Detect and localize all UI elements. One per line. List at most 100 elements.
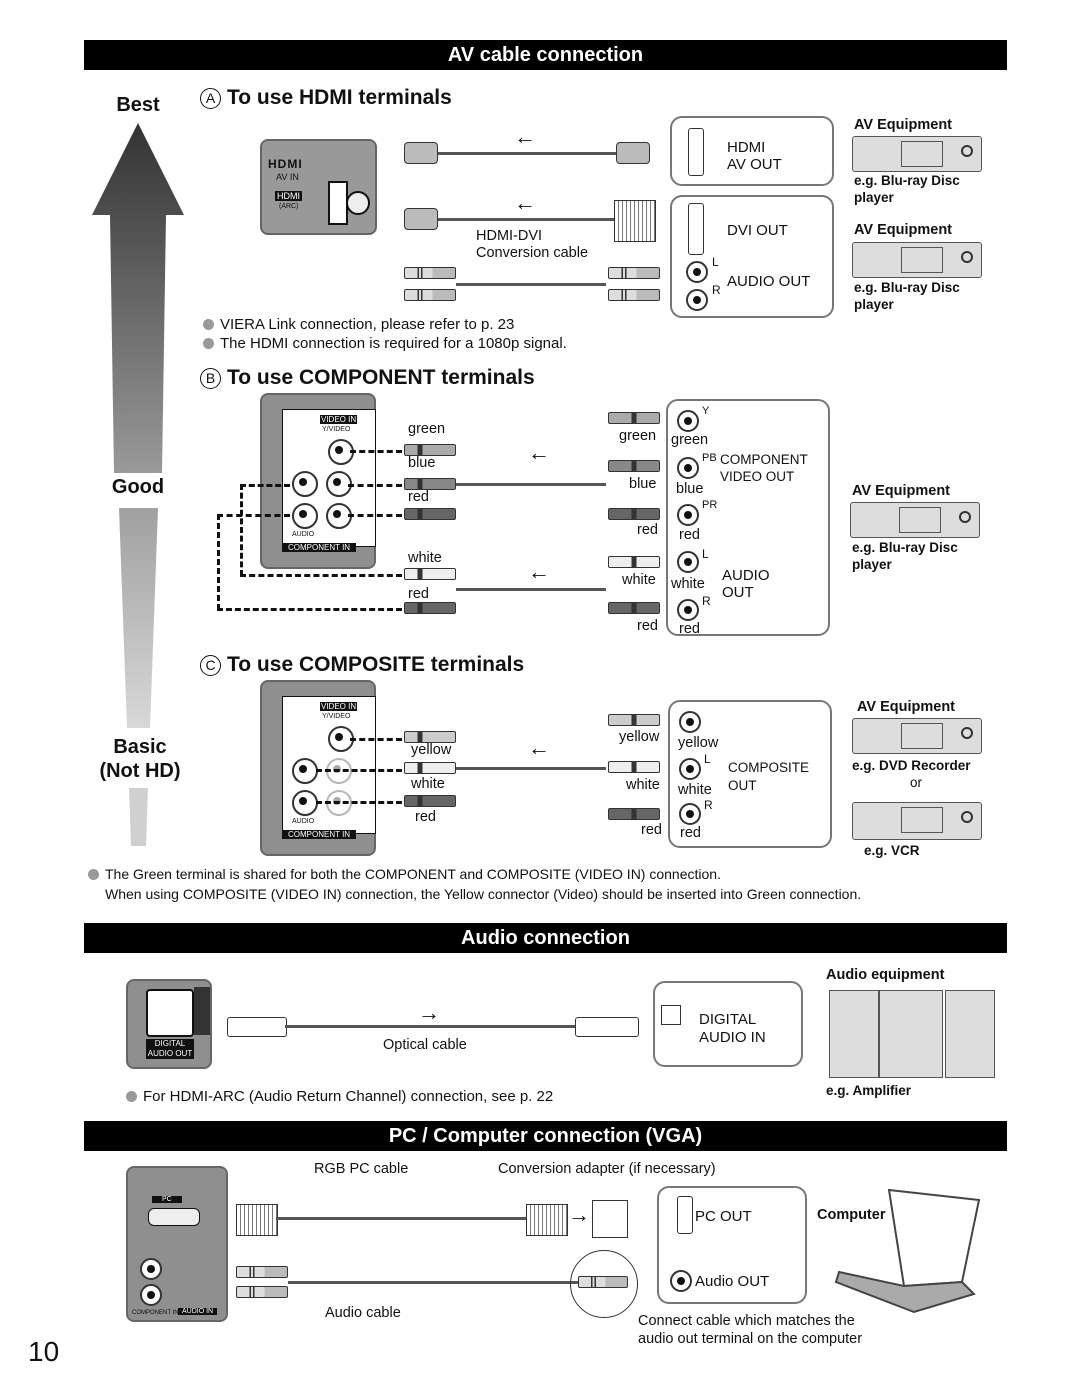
component-heading: B To use COMPONENT terminals	[200, 366, 535, 390]
guide-line	[316, 769, 402, 772]
audio-out-jack	[670, 1270, 692, 1292]
audio-r-jack	[292, 503, 318, 529]
note-hdmi-arc: For HDMI-ARC (Audio Return Channel) conn…	[126, 1088, 553, 1105]
basic-arrow-tail	[129, 788, 148, 846]
audio-label: AUDIO	[722, 567, 770, 584]
digital-label: DIGITAL	[699, 1011, 757, 1028]
direction-arrow-right-icon: →	[568, 1202, 590, 1227]
or-label: or	[910, 775, 923, 790]
level-basic: Basic	[113, 736, 167, 758]
jack-sup: L	[704, 752, 711, 766]
audio-l-jack	[292, 471, 318, 497]
hdmi-dvi-label: HDMI-DVI	[476, 228, 543, 244]
good-arrow-body	[119, 508, 158, 728]
dvi-out-callout: DVI OUT L R AUDIO OUT	[670, 195, 834, 318]
direction-arrow-icon	[528, 440, 550, 466]
yellow-plug	[608, 714, 660, 726]
hdmi-port-label: HDMI	[275, 191, 302, 201]
hdmi-out-label: HDMI	[727, 139, 766, 156]
bullet-icon	[203, 319, 214, 330]
jack-sup: PR	[702, 499, 718, 511]
y-video-label: Y/VIDEO	[322, 713, 351, 720]
av-in-label: AV IN	[276, 172, 299, 182]
audio-r-jack	[292, 790, 318, 816]
jack-sup: PB	[702, 452, 717, 464]
audio-out-label: AUDIO OUT	[727, 273, 811, 290]
jack-sup: L	[702, 547, 709, 561]
dvd-recorder-icon	[852, 718, 982, 754]
out-label: OUT	[728, 778, 757, 793]
direction-arrow-icon	[514, 190, 536, 216]
y-video-label: Y/VIDEO	[322, 426, 351, 433]
audio-l-jack	[292, 758, 318, 784]
level-not-hd: (Not HD)	[99, 760, 181, 782]
pc-out-label: PC OUT	[695, 1208, 752, 1225]
bluray-player-icon	[852, 242, 982, 278]
vga-plug-right-icon	[526, 1204, 568, 1236]
equipment-example: e.g. DVD Recorder	[852, 758, 971, 773]
amplifier-icon	[879, 990, 943, 1078]
equipment-example: player	[854, 297, 894, 312]
jack-label: red	[679, 527, 700, 543]
plug-label: red	[641, 822, 662, 838]
mini-plug	[578, 1276, 628, 1288]
out-label: OUT	[722, 584, 754, 601]
conversion-cable-label: Conversion cable	[476, 245, 589, 261]
hdmi-out-port-icon	[688, 128, 704, 176]
audio-l-jack	[140, 1258, 162, 1280]
optical-in-port-icon	[661, 1005, 681, 1025]
optical-plug-right	[575, 1017, 639, 1037]
video-jack	[679, 711, 701, 733]
plug-label: green	[408, 421, 446, 437]
vga-port-icon	[148, 1208, 200, 1226]
laptop-icon	[834, 1188, 981, 1314]
page-number: 10	[28, 1336, 60, 1367]
plug-label: white	[411, 776, 445, 792]
component-in-label: COMPONENT IN	[132, 1310, 179, 1316]
hdmi-title: To use HDMI terminals	[227, 86, 452, 109]
av-equipment-title: AV Equipment	[854, 117, 953, 133]
audio-in-label: AUDIO IN	[178, 1308, 218, 1315]
red-plug	[404, 795, 456, 807]
plug-label: red	[415, 809, 436, 825]
note-text: VIERA Link connection, please refer to p…	[220, 316, 515, 333]
audio-out-label: Audio OUT	[695, 1273, 770, 1290]
direction-arrow-icon	[514, 124, 536, 150]
plug-label: white	[626, 777, 660, 793]
rca-plug	[404, 267, 456, 279]
av-out-label: AV OUT	[727, 156, 782, 173]
white-plug	[404, 762, 456, 774]
equipment-example: e.g. Blu-ray Disc	[852, 540, 958, 555]
jack-label: blue	[676, 481, 704, 497]
jack-label: red	[680, 825, 701, 841]
component-label: COMPONENT	[720, 452, 808, 467]
tv-pc-panel: PC COMPONENT IN AUDIO IN	[126, 1166, 228, 1322]
section-header-pc: PC / Computer connection (VGA)	[84, 1121, 1007, 1151]
av-equipment-title: AV Equipment	[854, 222, 953, 238]
plug-label: red	[637, 618, 658, 634]
guide-line	[348, 484, 402, 487]
component-title: To use COMPONENT terminals	[227, 366, 535, 389]
pr-jack	[677, 504, 699, 526]
note-text: The HDMI connection is required for a 10…	[220, 335, 567, 352]
note-text: The Green terminal is shared for both th…	[105, 866, 721, 882]
speaker-right-icon	[945, 990, 995, 1078]
bullet-icon	[126, 1091, 137, 1102]
direction-arrow-right-icon: →	[418, 1000, 440, 1025]
audio-r-jack	[679, 803, 701, 825]
match-note: audio out terminal on the computer	[638, 1331, 863, 1347]
plug-label: white	[408, 550, 442, 566]
marker-b: B	[200, 367, 221, 389]
audio-l-jack	[679, 758, 701, 780]
dvi-out-port-icon	[688, 203, 704, 255]
audio-l-jack	[677, 551, 699, 573]
rca-plug	[404, 289, 456, 301]
component-in-label: COMPONENT IN	[282, 543, 357, 552]
guide-line	[217, 608, 402, 611]
plug-label: blue	[408, 455, 436, 471]
audio-cable	[288, 1281, 578, 1284]
equipment-example: player	[852, 557, 892, 572]
jack-label: green	[671, 432, 709, 448]
hdmi-plug-left	[404, 142, 438, 164]
hdmi-port-icon	[328, 181, 348, 225]
